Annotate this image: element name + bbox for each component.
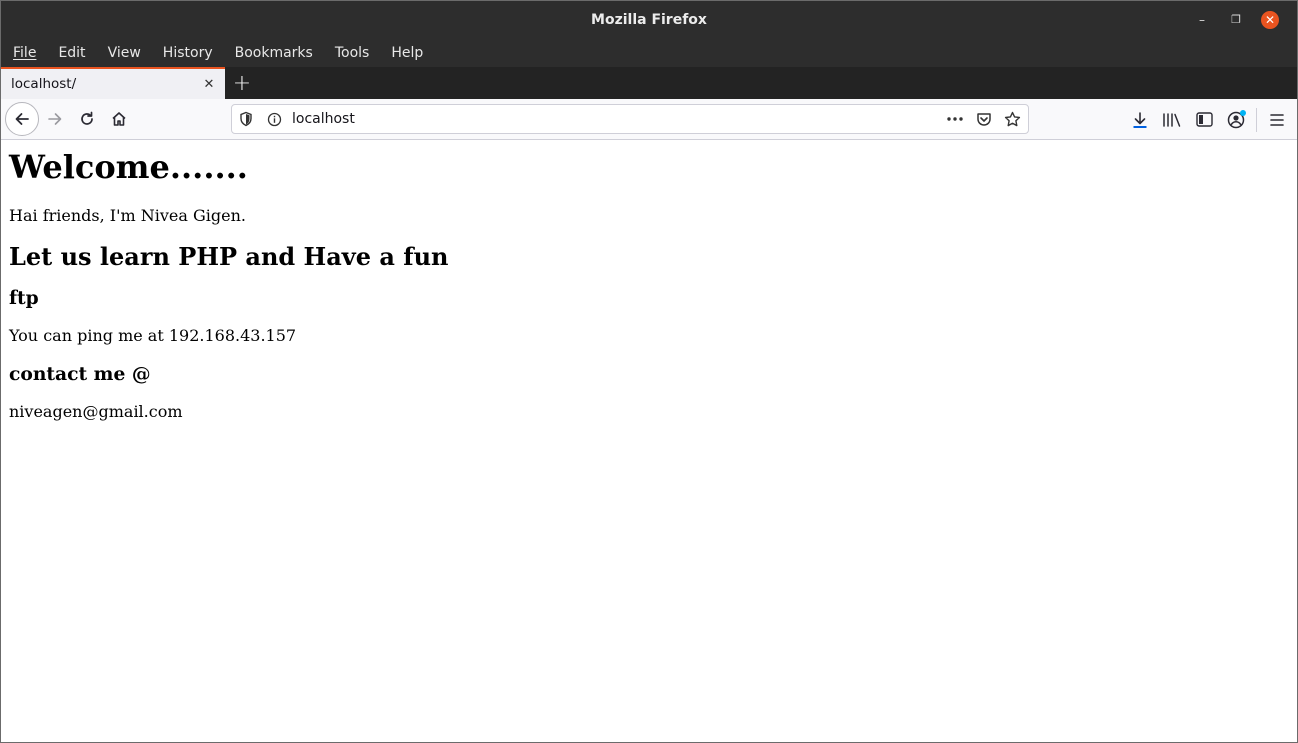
toolbar-divider — [1256, 107, 1257, 132]
tracking-protection-button[interactable] — [232, 105, 260, 133]
tab-close-icon[interactable]: ✕ — [197, 72, 221, 96]
plus-icon: + — [232, 70, 252, 96]
tab-strip: localhost/ ✕ + — [1, 67, 1297, 99]
forward-button[interactable] — [39, 103, 71, 135]
subheading: Let us learn PHP and Have a fun — [9, 242, 449, 271]
navigation-toolbar — [1, 99, 1297, 140]
menu-help-label: Help — [391, 44, 424, 61]
title-bar: Mozilla Firefox – ❐ ✕ — [1, 1, 1297, 38]
bookmark-star-icon — [1004, 111, 1020, 126]
back-icon — [15, 113, 29, 125]
toolbar-right — [1124, 99, 1297, 140]
window-controls: – ❐ ✕ — [1185, 1, 1287, 38]
restore-button[interactable]: ❐ — [1219, 1, 1253, 38]
site-info-button[interactable] — [260, 105, 288, 133]
home-button[interactable] — [103, 103, 135, 135]
main-menu-button[interactable] — [1261, 104, 1293, 136]
contact-heading: contact me @ — [9, 363, 151, 385]
downloads-button[interactable] — [1124, 104, 1156, 136]
ftp-text: You can ping me at 192.168.43.157 — [9, 326, 297, 345]
menu-edit[interactable]: Edit — [47, 38, 96, 67]
home-icon — [112, 112, 126, 126]
menu-view[interactable]: View — [97, 38, 152, 67]
menu-icon — [1270, 113, 1284, 126]
library-button[interactable] — [1156, 104, 1188, 136]
info-icon — [267, 112, 281, 126]
browser-window: Mozilla Firefox – ❐ ✕ File Edit View His… — [0, 0, 1298, 743]
url-input[interactable] — [288, 111, 940, 127]
account-button[interactable] — [1220, 104, 1252, 136]
menu-help[interactable]: Help — [380, 38, 434, 67]
tab-title: localhost/ — [11, 76, 77, 92]
sidebar-icon — [1195, 112, 1213, 127]
reload-icon — [81, 111, 93, 125]
menu-history-label: History — [162, 44, 213, 61]
reload-button[interactable] — [71, 103, 103, 135]
ftp-heading: ftp — [9, 287, 39, 309]
menu-tools[interactable]: Tools — [324, 38, 381, 67]
url-bar[interactable] — [231, 104, 1029, 134]
forward-icon — [48, 113, 62, 125]
pocket-button[interactable] — [970, 105, 998, 133]
bookmark-star-button[interactable] — [998, 105, 1026, 133]
menu-view-label: View — [107, 44, 141, 61]
menu-file[interactable]: File — [2, 38, 47, 67]
new-tab-button[interactable]: + — [225, 67, 259, 99]
close-button[interactable]: ✕ — [1253, 1, 1287, 38]
shield-icon — [240, 111, 252, 127]
minimize-icon: – — [1199, 12, 1205, 27]
library-icon — [1163, 112, 1181, 127]
menu-edit-label: Edit — [58, 44, 86, 61]
menu-file-label: File — [13, 44, 37, 61]
menu-tools-label: Tools — [334, 44, 370, 61]
downloads-icon — [1133, 111, 1147, 128]
menu-bar: File Edit View History Bookmarks Tools H… — [1, 38, 1297, 67]
minimize-button[interactable]: – — [1185, 1, 1219, 38]
close-icon: ✕ — [1261, 10, 1279, 29]
page-actions-icon — [947, 117, 963, 121]
restore-icon: ❐ — [1231, 13, 1241, 26]
page-content: Welcome....... Hai friends, I'm Nivea Gi… — [1, 140, 1297, 742]
menu-history[interactable]: History — [152, 38, 224, 67]
page-actions-button[interactable] — [940, 105, 970, 133]
pocket-icon — [977, 112, 991, 126]
page-heading: Welcome....... — [9, 148, 248, 186]
window-title: Mozilla Firefox — [591, 11, 707, 28]
notification-dot-icon — [1240, 109, 1246, 116]
intro-text: Hai friends, I'm Nivea Gigen. — [9, 206, 247, 225]
back-button[interactable] — [5, 102, 39, 136]
contact-email: niveagen@gmail.com — [9, 402, 183, 421]
menu-bookmarks[interactable]: Bookmarks — [224, 38, 324, 67]
tab-localhost[interactable]: localhost/ ✕ — [1, 67, 225, 99]
sidebar-button[interactable] — [1188, 104, 1220, 136]
menu-bookmarks-label: Bookmarks — [234, 44, 313, 61]
